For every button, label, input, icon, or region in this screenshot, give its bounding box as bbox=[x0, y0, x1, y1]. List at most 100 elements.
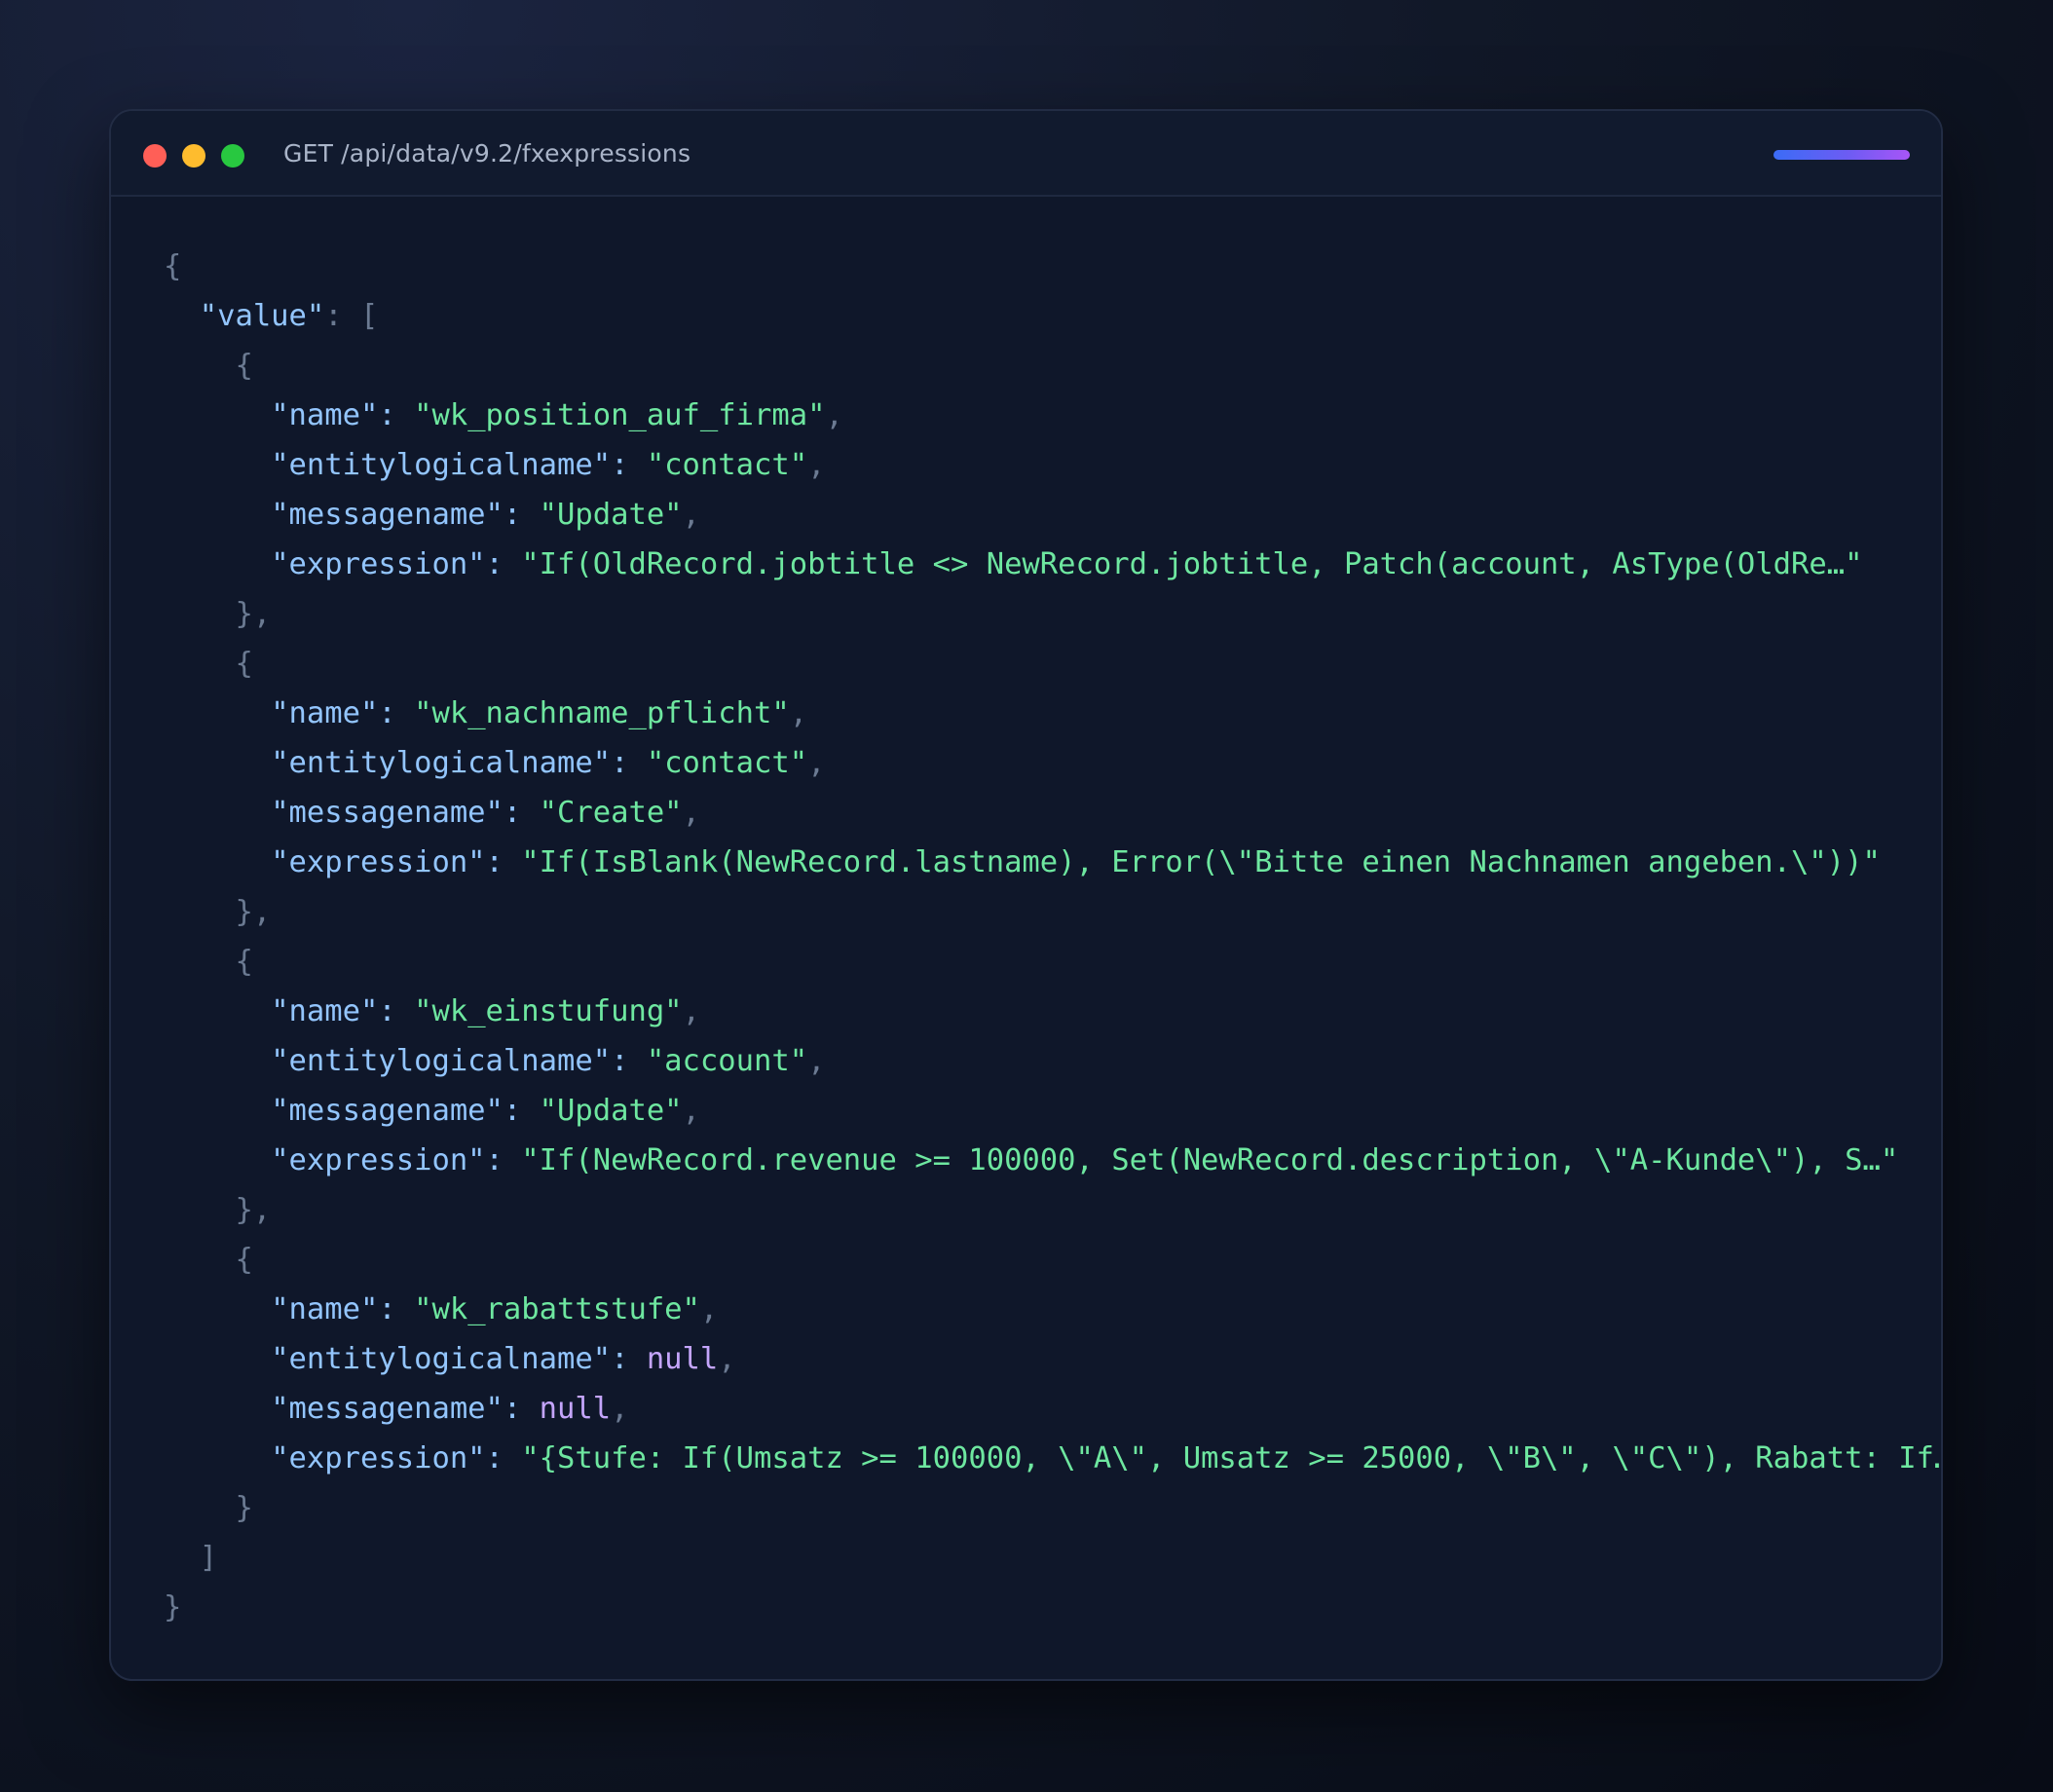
colon: : bbox=[503, 1392, 540, 1426]
comma: , bbox=[789, 696, 808, 730]
record-open-line: { bbox=[164, 937, 1922, 987]
json-string-value: "Update" bbox=[539, 498, 683, 532]
colon: : bbox=[378, 994, 415, 1028]
json-string-value: "contact" bbox=[646, 746, 808, 780]
json-key: "entitylogicalname" bbox=[271, 1044, 612, 1078]
colon: : bbox=[378, 398, 415, 432]
record-field-messagename: "messagename": "Update", bbox=[164, 1086, 1922, 1136]
brace: } bbox=[164, 1590, 182, 1624]
json-string-value: "Create" bbox=[539, 796, 683, 830]
accent-bar bbox=[1773, 150, 1910, 160]
record-open-line: { bbox=[164, 1235, 1922, 1285]
record-field-expression: "expression": "If(OldRecord.jobtitle <> … bbox=[164, 540, 1922, 589]
json-string-value: "account" bbox=[646, 1044, 808, 1078]
colon: : bbox=[503, 1094, 540, 1128]
comma: , bbox=[682, 994, 700, 1028]
minimize-window-button[interactable] bbox=[182, 144, 205, 168]
record-field-messagename: "messagename": null, bbox=[164, 1384, 1922, 1434]
colon: : bbox=[611, 1342, 647, 1376]
brace: { bbox=[164, 249, 182, 283]
brace: } bbox=[235, 1491, 253, 1525]
colon: : bbox=[503, 498, 540, 532]
json-key: "name" bbox=[271, 994, 379, 1028]
record-field-entitylogicalname: "entitylogicalname": "account", bbox=[164, 1036, 1922, 1086]
json-string-value: "contact" bbox=[646, 448, 808, 482]
colon: : bbox=[378, 696, 415, 730]
comma: , bbox=[718, 1342, 736, 1376]
json-response-body: { "value": [ { "name": "wk_position_auf_… bbox=[164, 242, 1941, 1632]
comma: , bbox=[682, 796, 700, 830]
json-string-value: "{Stufe: If(Umsatz >= 100000, \"A\", Ums… bbox=[521, 1441, 1943, 1475]
json-value-line: "value": [ bbox=[164, 291, 1922, 341]
colon: : bbox=[485, 547, 522, 581]
json-string-value: "If(OldRecord.jobtitle <> NewRecord.jobt… bbox=[521, 547, 1863, 581]
comma: , bbox=[611, 1392, 629, 1426]
colon: : bbox=[324, 299, 361, 333]
colon: : bbox=[611, 746, 647, 780]
colon: : bbox=[611, 448, 647, 482]
comma: , bbox=[682, 1094, 700, 1128]
json-array-close-line: ] bbox=[164, 1533, 1922, 1583]
json-string-value: "wk_rabattstufe" bbox=[414, 1292, 700, 1326]
record-field-entitylogicalname: "entitylogicalname": "contact", bbox=[164, 440, 1922, 490]
comma: , bbox=[807, 448, 826, 482]
json-key: "name" bbox=[271, 1292, 379, 1326]
json-key: "name" bbox=[271, 398, 379, 432]
json-key: "messagename" bbox=[271, 1094, 504, 1128]
json-key: "entitylogicalname" bbox=[271, 448, 612, 482]
colon: : bbox=[485, 1441, 522, 1475]
json-string-value: "If(NewRecord.revenue >= 100000, Set(New… bbox=[521, 1143, 1899, 1177]
comma: , bbox=[807, 1044, 826, 1078]
close-window-button[interactable] bbox=[143, 144, 167, 168]
json-string-value: "wk_nachname_pflicht" bbox=[414, 696, 790, 730]
colon: : bbox=[378, 1292, 415, 1326]
json-key: "messagename" bbox=[271, 1392, 504, 1426]
record-field-name: "name": "wk_rabattstufe", bbox=[164, 1285, 1922, 1334]
record-close-line: } bbox=[164, 1483, 1922, 1533]
brace: { bbox=[235, 647, 253, 681]
record-field-name: "name": "wk_nachname_pflicht", bbox=[164, 689, 1922, 738]
record-field-name: "name": "wk_position_auf_firma", bbox=[164, 391, 1922, 440]
json-close-line: } bbox=[164, 1583, 1922, 1632]
json-key: "expression" bbox=[271, 1441, 486, 1475]
colon: : bbox=[485, 1143, 522, 1177]
bracket: [ bbox=[360, 299, 379, 333]
brace: }, bbox=[235, 597, 272, 631]
json-null-value: null bbox=[646, 1342, 719, 1376]
json-string-value: "If(IsBlank(NewRecord.lastname), Error(\… bbox=[521, 845, 1881, 879]
record-field-entitylogicalname: "entitylogicalname": "contact", bbox=[164, 738, 1922, 788]
json-key: "value" bbox=[199, 299, 325, 333]
record-open-line: { bbox=[164, 639, 1922, 689]
json-key: "expression" bbox=[271, 1143, 486, 1177]
json-string-value: "Update" bbox=[539, 1094, 683, 1128]
json-key: "entitylogicalname" bbox=[271, 746, 612, 780]
colon: : bbox=[485, 845, 522, 879]
request-title: GET /api/data/v9.2/fxexpressions bbox=[283, 139, 691, 168]
record-field-expression: "expression": "If(IsBlank(NewRecord.last… bbox=[164, 838, 1922, 887]
record-field-expression: "expression": "{Stufe: If(Umsatz >= 1000… bbox=[164, 1434, 1941, 1483]
json-key: "messagename" bbox=[271, 796, 504, 830]
json-string-value: "wk_position_auf_firma" bbox=[414, 398, 826, 432]
record-open-line: { bbox=[164, 341, 1922, 391]
colon: : bbox=[611, 1044, 647, 1078]
brace: }, bbox=[235, 1193, 272, 1227]
json-key: "name" bbox=[271, 696, 379, 730]
json-null-value: null bbox=[539, 1392, 612, 1426]
json-string-value: "wk_einstufung" bbox=[414, 994, 683, 1028]
brace: }, bbox=[235, 895, 272, 929]
comma: , bbox=[807, 746, 826, 780]
brace: { bbox=[235, 1243, 253, 1277]
maximize-window-button[interactable] bbox=[221, 144, 244, 168]
record-field-messagename: "messagename": "Create", bbox=[164, 788, 1922, 838]
record-close-line: }, bbox=[164, 887, 1922, 937]
brace: { bbox=[235, 945, 253, 979]
bracket: ] bbox=[199, 1541, 218, 1575]
colon: : bbox=[503, 796, 540, 830]
comma: , bbox=[682, 498, 700, 532]
title-bar: GET /api/data/v9.2/fxexpressions bbox=[111, 111, 1941, 197]
record-field-name: "name": "wk_einstufung", bbox=[164, 987, 1922, 1036]
json-open-line: { bbox=[164, 242, 1922, 291]
json-key: "expression" bbox=[271, 845, 486, 879]
record-close-line: }, bbox=[164, 589, 1922, 639]
comma: , bbox=[699, 1292, 719, 1326]
